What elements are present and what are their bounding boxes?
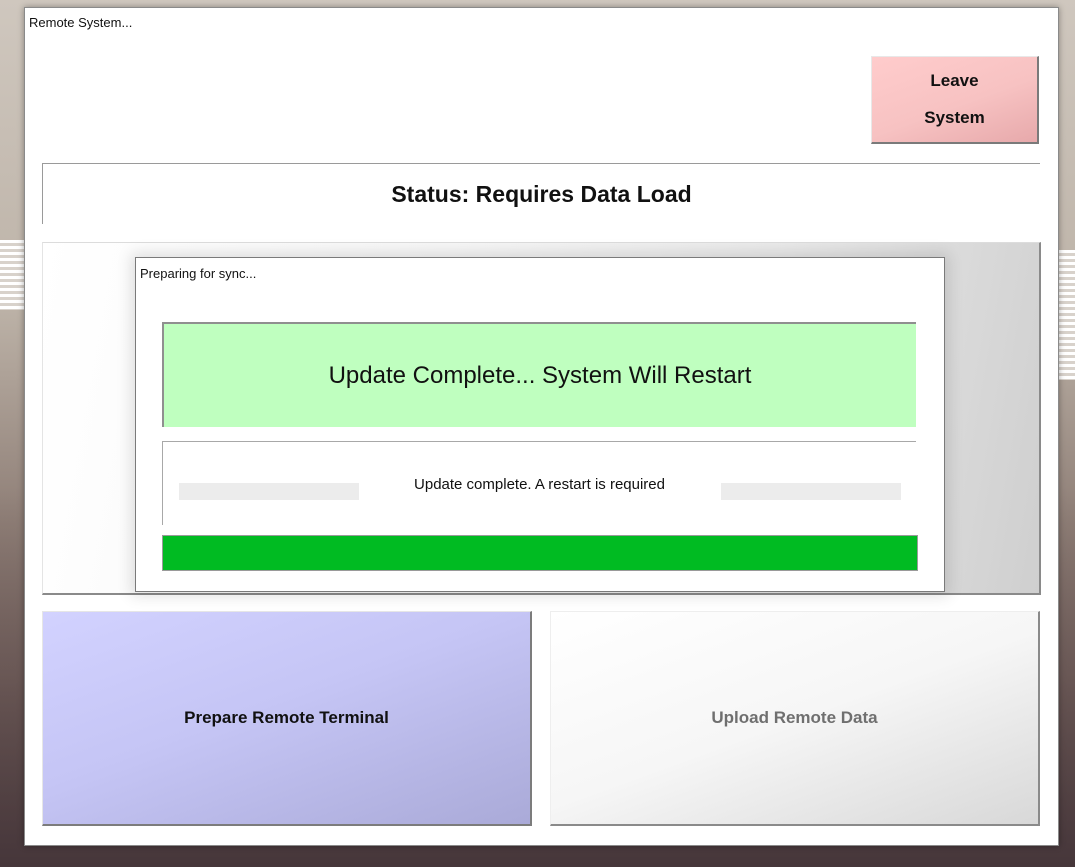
window-title: Remote System... (29, 15, 133, 30)
upload-remote-data-button[interactable]: Upload Remote Data (550, 611, 1040, 826)
desktop-background-decoration (1057, 250, 1075, 380)
update-status-banner-text: Update Complete... System Will Restart (328, 361, 752, 389)
leave-system-button[interactable]: Leave System (871, 56, 1039, 144)
desktop-background-decoration (0, 240, 24, 310)
prepare-remote-terminal-button[interactable]: Prepare Remote Terminal (42, 611, 532, 826)
dialog-title: Preparing for sync... (140, 266, 257, 281)
prepare-remote-terminal-label: Prepare Remote Terminal (184, 708, 389, 727)
update-status-banner: Update Complete... System Will Restart (162, 322, 916, 427)
message-text: Update complete. A restart is required (414, 476, 665, 493)
status-panel: Status: Requires Data Load (42, 163, 1040, 224)
status-text: Status: Requires Data Load (391, 180, 692, 207)
sync-dialog: Preparing for sync... Update Complete...… (135, 257, 945, 592)
progress-bar (162, 535, 918, 571)
message-panel: Update complete. A restart is required (162, 441, 916, 525)
leave-system-label-line1: Leave (930, 71, 979, 91)
progress-fill (163, 536, 917, 570)
leave-system-label-line2: System (924, 107, 985, 127)
upload-remote-data-label: Upload Remote Data (711, 708, 878, 727)
